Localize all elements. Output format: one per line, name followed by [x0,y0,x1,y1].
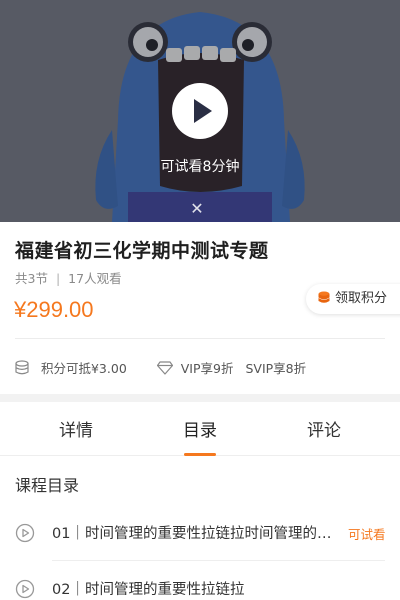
tab-comments[interactable]: 评论 [284,416,364,441]
close-icon[interactable]: ✕ [188,200,206,218]
video-cover[interactable]: 可试看8分钟 ✕ [0,0,400,222]
meta-divider: | [55,271,61,286]
course-price: ¥299.00 [14,297,94,322]
coins-icon [15,359,29,374]
vip-discount-text: VIP享9折 [180,361,234,376]
catalog-section-title: 课程目录 [15,476,80,495]
svip-discount-text: SVIP享8折 [245,361,307,376]
play-circle-icon [15,523,35,543]
play-button[interactable] [172,83,228,139]
perks-row: 积分可抵¥3.00 VIP享9折 SVIP享8折 [15,358,306,376]
lesson-item[interactable]: 01｜时间管理的重要性拉链拉时间管理的重要性拉链拉 可试看 [0,513,400,553]
view-count: 17人观看 [68,271,122,286]
lesson-title: 02｜时间管理的重要性拉链拉 [52,582,245,598]
lesson-title: 01｜时间管理的重要性拉链拉时间管理的重要性拉链拉 [52,526,342,542]
play-icon [194,99,212,123]
info-divider [15,338,385,339]
course-meta: 共3节 | 17人观看 [15,268,122,287]
tab-bar: 详情 目录 评论 [0,402,400,456]
trial-duration-label: 可试看8分钟 [160,159,240,175]
points-deduct-text: 积分可抵¥3.00 [40,361,127,376]
section-gap [0,394,400,402]
lesson-count: 共3节 [15,271,48,286]
diamond-icon [156,360,173,375]
play-circle-icon [15,579,35,599]
course-title: 福建省初三化学期中测试专题 [15,240,269,262]
active-tab-indicator [184,453,216,456]
lesson-divider [52,560,385,561]
coin-stack-icon [318,291,330,303]
tab-catalog[interactable]: 目录 [160,416,240,441]
claim-points-label: 领取积分 [335,291,388,306]
claim-points-button[interactable]: 领取积分 [306,284,400,314]
lesson-item[interactable]: 02｜时间管理的重要性拉链拉 [0,569,400,600]
tab-details[interactable]: 详情 [36,416,116,441]
trial-badge: 可试看 [348,527,386,542]
